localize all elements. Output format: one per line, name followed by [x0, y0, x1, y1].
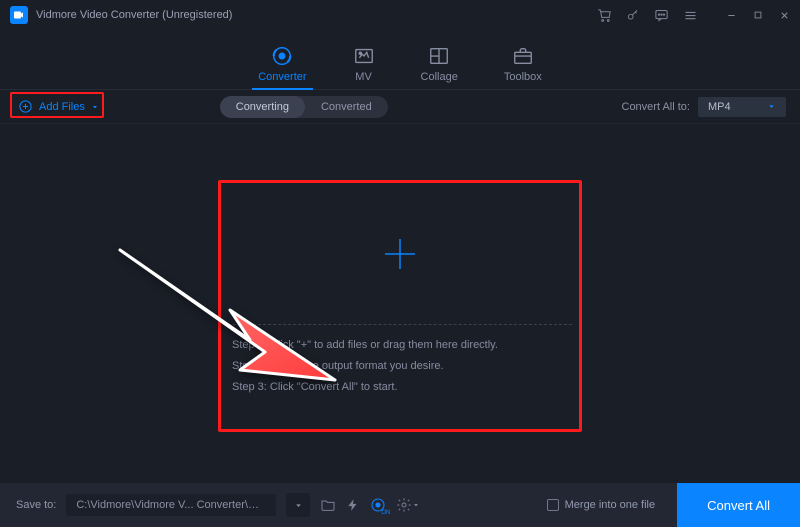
tab-label: Toolbox	[504, 71, 542, 83]
feedback-icon[interactable]	[654, 8, 669, 23]
caret-down-icon	[412, 501, 420, 509]
on-badge: ON	[381, 510, 390, 516]
settings-icon[interactable]	[396, 497, 420, 513]
step-3: Step 3: Click "Convert All" to start.	[232, 377, 568, 398]
tab-mv[interactable]: MV	[353, 45, 375, 89]
save-to-label: Save to:	[16, 499, 56, 511]
status-segmented: Converting Converted	[220, 96, 388, 118]
caret-down-icon	[294, 501, 303, 510]
plus-icon	[382, 236, 418, 272]
top-nav: Converter MV Collage Toolbox	[0, 30, 800, 90]
menu-icon[interactable]	[683, 8, 698, 23]
bottom-bar: Save to: C:\Vidmore\Vidmore V... Convert…	[0, 483, 800, 527]
add-files-button[interactable]: Add Files	[14, 97, 103, 116]
format-value: MP4	[708, 101, 731, 113]
hardware-accel-icon[interactable]	[346, 497, 360, 513]
open-folder-icon[interactable]	[320, 497, 336, 513]
add-plus-area[interactable]	[222, 184, 578, 324]
tab-collage[interactable]: Collage	[421, 45, 458, 89]
caret-down-icon	[767, 102, 776, 111]
steps-list: Step 1: Click "+" to add files or drag t…	[222, 325, 578, 398]
step-1: Step 1: Click "+" to add files or drag t…	[232, 335, 568, 356]
save-path-field[interactable]: C:\Vidmore\Vidmore V... Converter\Conver…	[66, 494, 276, 516]
main-area: Step 1: Click "+" to add files or drag t…	[0, 124, 800, 482]
tab-converter[interactable]: Converter	[258, 45, 306, 89]
key-icon[interactable]	[626, 8, 640, 22]
save-path-dropdown[interactable]	[286, 493, 310, 517]
titlebar: Vidmore Video Converter (Unregistered)	[0, 0, 800, 30]
titlebar-actions	[597, 8, 790, 23]
minimize-button[interactable]	[726, 10, 737, 21]
app-title: Vidmore Video Converter (Unregistered)	[36, 9, 597, 21]
sub-bar: Add Files Converting Converted Convert A…	[0, 90, 800, 124]
tab-label: MV	[355, 71, 372, 83]
checkbox-icon	[547, 499, 559, 511]
step-2: Step 2: Select the output format you des…	[232, 356, 568, 377]
convert-all-to: Convert All to: MP4	[622, 97, 786, 117]
tab-toolbox[interactable]: Toolbox	[504, 45, 542, 89]
caret-down-icon	[91, 103, 99, 111]
app-logo-icon	[10, 6, 28, 24]
seg-converted[interactable]: Converted	[305, 96, 388, 118]
convert-to-label: Convert All to:	[622, 101, 690, 113]
high-speed-icon[interactable]: ON	[370, 497, 386, 513]
window-controls	[726, 10, 790, 21]
close-button[interactable]	[779, 10, 790, 21]
tab-label: Converter	[258, 71, 306, 83]
dropzone[interactable]: Step 1: Click "+" to add files or drag t…	[222, 184, 578, 428]
output-format-dropdown[interactable]: MP4	[698, 97, 786, 117]
maximize-button[interactable]	[753, 10, 763, 21]
merge-toggle[interactable]: Merge into one file	[547, 499, 656, 511]
convert-all-button[interactable]: Convert All	[677, 483, 800, 527]
cart-icon[interactable]	[597, 8, 612, 23]
add-files-label: Add Files	[39, 101, 85, 113]
merge-label: Merge into one file	[565, 499, 656, 511]
seg-converting[interactable]: Converting	[220, 96, 305, 118]
tab-label: Collage	[421, 71, 458, 83]
